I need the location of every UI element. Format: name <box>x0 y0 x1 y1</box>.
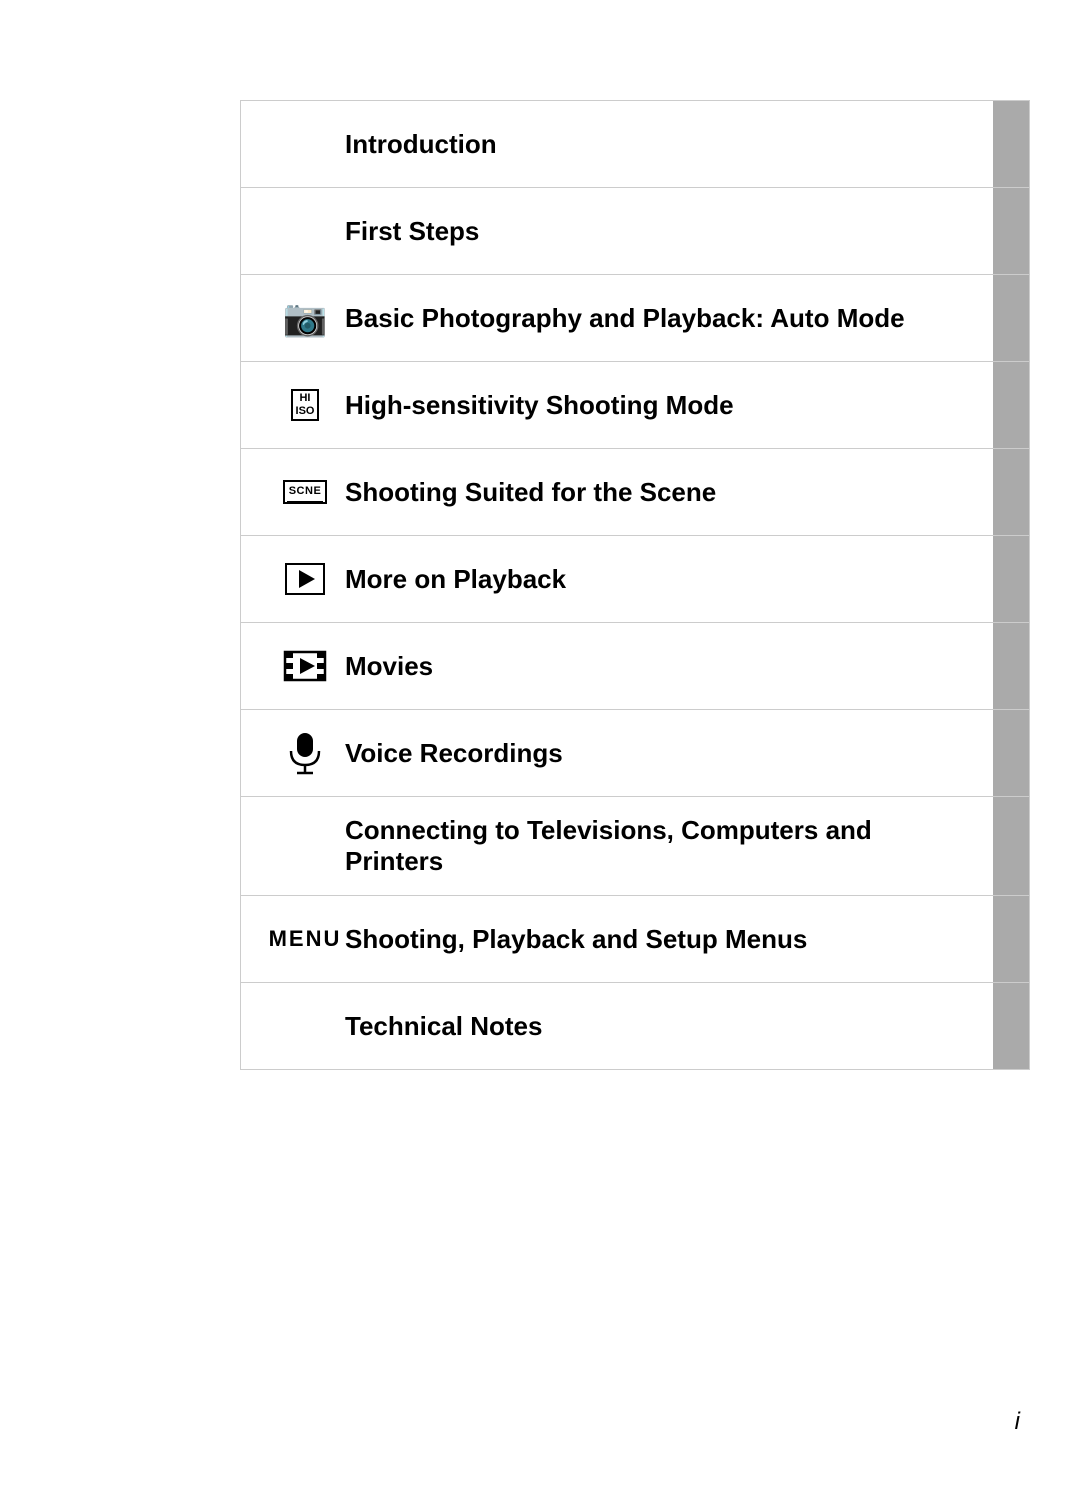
toc-label-voice-recordings: Voice Recordings <box>345 738 563 769</box>
page-number: i <box>1015 1408 1020 1436</box>
toc-label-high-sensitivity: High-sensitivity Shooting Mode <box>345 390 734 421</box>
toc-row-high-sensitivity[interactable]: HI ISO High-sensitivity Shooting Mode <box>240 361 1030 449</box>
icon-area-movies <box>265 648 345 684</box>
tab-voice-recordings <box>993 710 1029 796</box>
toc-label-scene-shooting: Shooting Suited for the Scene <box>345 477 716 508</box>
tab-technical-notes <box>993 983 1029 1069</box>
hiso-icon: HI ISO <box>291 389 320 421</box>
tab-high-sensitivity <box>993 362 1029 448</box>
toc-row-scene-shooting[interactable]: SCNE Shooting Suited for the Scene <box>240 448 1030 536</box>
tab-connecting <box>993 797 1029 895</box>
toc-row-introduction[interactable]: Introduction <box>240 100 1030 188</box>
icon-area-menus: MENU <box>265 926 345 952</box>
tab-scene-shooting <box>993 449 1029 535</box>
toc-container: Introduction First Steps 📷 Basic Photogr… <box>240 100 1030 1069</box>
toc-label-first-steps: First Steps <box>345 216 479 247</box>
toc-row-menus[interactable]: MENU Shooting, Playback and Setup Menus <box>240 895 1030 983</box>
toc-label-basic-photography: Basic Photography and Playback: Auto Mod… <box>345 303 905 334</box>
tab-first-steps <box>993 188 1029 274</box>
toc-row-more-playback[interactable]: More on Playback <box>240 535 1030 623</box>
tab-more-playback <box>993 536 1029 622</box>
toc-row-movies[interactable]: Movies <box>240 622 1030 710</box>
icon-area-scene-shooting: SCNE <box>265 480 345 504</box>
toc-label-connecting: Connecting to Televisions, Computers and… <box>345 815 969 877</box>
toc-label-more-playback: More on Playback <box>345 564 566 595</box>
tab-menus <box>993 896 1029 982</box>
tab-basic-photography <box>993 275 1029 361</box>
toc-row-first-steps[interactable]: First Steps <box>240 187 1030 275</box>
tab-introduction <box>993 101 1029 187</box>
playback-icon <box>285 563 325 595</box>
scene-icon: SCNE <box>283 480 328 504</box>
toc-row-technical-notes[interactable]: Technical Notes <box>240 982 1030 1070</box>
toc-label-movies: Movies <box>345 651 433 682</box>
toc-label-technical-notes: Technical Notes <box>345 1011 542 1042</box>
toc-row-connecting[interactable]: Connecting to Televisions, Computers and… <box>240 796 1030 896</box>
camera-icon: 📷 <box>283 297 328 339</box>
icon-area-high-sensitivity: HI ISO <box>265 389 345 421</box>
toc-row-basic-photography[interactable]: 📷 Basic Photography and Playback: Auto M… <box>240 274 1030 362</box>
icon-area-more-playback <box>265 563 345 595</box>
microphone-icon <box>287 731 323 775</box>
toc-row-voice-recordings[interactable]: Voice Recordings <box>240 709 1030 797</box>
movie-icon <box>283 648 327 684</box>
icon-area-voice-recordings <box>265 731 345 775</box>
tab-movies <box>993 623 1029 709</box>
toc-label-introduction: Introduction <box>345 129 497 160</box>
menu-icon: MENU <box>269 926 342 952</box>
icon-area-basic-photography: 📷 <box>265 297 345 339</box>
toc-label-menus: Shooting, Playback and Setup Menus <box>345 924 807 955</box>
